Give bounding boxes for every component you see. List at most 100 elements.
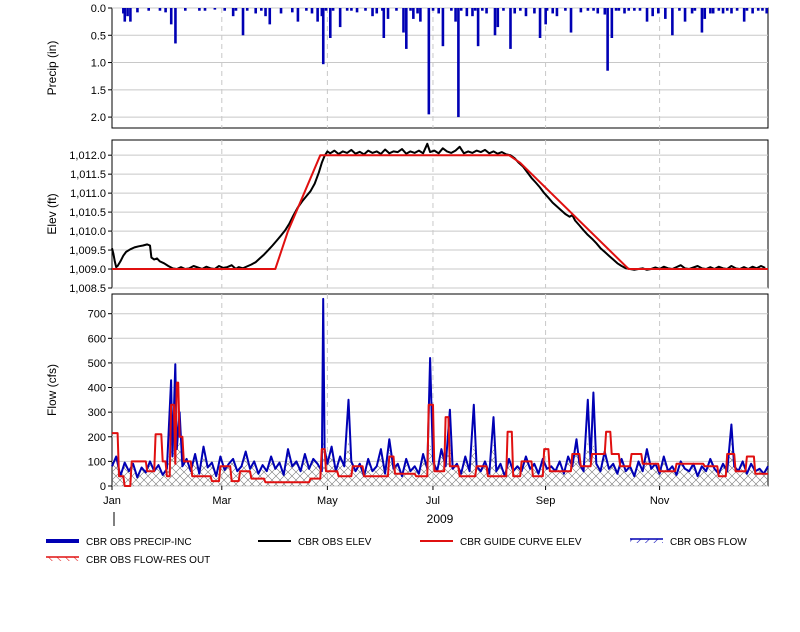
precip-bar <box>147 8 151 11</box>
legend-item: CBR OBS FLOW <box>630 537 747 548</box>
precip-bar <box>703 8 707 19</box>
precip-bar <box>457 8 460 118</box>
precip-bar <box>184 8 187 11</box>
precip-bar <box>264 8 267 17</box>
precip-bar <box>555 8 559 17</box>
precip-bar <box>310 8 314 14</box>
y-tick-label: 1,010.5 <box>69 207 106 219</box>
precip-bar <box>476 8 480 47</box>
legend-label: CBR OBS PRECIP-INC <box>86 537 192 548</box>
legend-label: CBR GUIDE CURVE ELEV <box>460 537 582 548</box>
precip-bar <box>509 8 512 49</box>
precip-bar <box>471 8 474 17</box>
precip-bar <box>279 8 283 14</box>
y-axis-label: Precip (in) <box>45 41 59 96</box>
legend: CBR OBS PRECIP-INC CBR OBS ELEV CBR GUIDE … <box>46 537 747 566</box>
precip-bar <box>730 8 733 14</box>
precip-bar <box>711 8 715 14</box>
legend-label: CBR OBS FLOW-RES OUT <box>86 555 210 566</box>
precip-bar <box>545 8 549 11</box>
elevation-panel: 1,008.5 1,009.0 1,009.5 1,010.0 1,010.5 1,011… <box>45 139 769 295</box>
y-tick-label: 2.0 <box>91 112 106 124</box>
precip-bar <box>241 8 245 36</box>
precip-bar <box>321 8 325 65</box>
precip-bar <box>569 8 573 33</box>
precip-bar <box>198 8 201 11</box>
x-axis-year-label: 2009 <box>427 512 454 526</box>
precip-bar <box>328 8 332 38</box>
precip-bar <box>538 8 542 38</box>
precip-bar <box>345 8 349 11</box>
precip-bar <box>296 8 300 22</box>
precip-bar <box>123 8 127 22</box>
precip-bar <box>371 8 374 17</box>
y-tick-label: 500 <box>88 358 106 370</box>
precip-bar <box>633 8 636 11</box>
precip-bar <box>533 8 536 14</box>
flow-panel: 0 100 200 300 400 500 600 700 Flow (cfs) <box>45 293 769 493</box>
precip-bar <box>564 8 567 11</box>
precip-bar <box>231 8 235 17</box>
precip-bar <box>254 8 257 14</box>
y-tick-label: 300 <box>88 407 106 419</box>
precip-bar <box>129 8 132 22</box>
precip-bar <box>596 8 600 14</box>
precip-bar <box>126 8 129 17</box>
precip-bar <box>412 8 415 19</box>
precip-bar <box>683 8 687 22</box>
precip-bar <box>364 8 367 11</box>
precip-bar <box>427 8 431 115</box>
precip-bar <box>158 8 162 11</box>
y-tick-label: 0 <box>100 481 106 493</box>
precip-bar <box>721 8 725 14</box>
precip-bar <box>174 8 177 44</box>
y-tick-label: 600 <box>88 333 106 345</box>
precip-bar <box>395 8 398 11</box>
precip-bar <box>671 8 674 36</box>
precip-bar <box>709 8 712 14</box>
precip-bar <box>382 8 386 38</box>
precip-bar <box>338 8 342 28</box>
precip-bar <box>213 8 217 10</box>
precip-bar <box>485 8 488 14</box>
precip-bar <box>481 8 484 11</box>
precip-bar <box>603 8 607 15</box>
precip-bar <box>355 8 359 13</box>
precip-bar <box>592 8 595 11</box>
plot-area <box>111 139 769 289</box>
precip-bar <box>331 8 335 11</box>
precip-bar <box>693 8 697 11</box>
precip-bar <box>450 8 453 11</box>
precip-bar <box>405 8 408 49</box>
precip-bar <box>717 8 721 11</box>
y-axis-label: Flow (cfs) <box>45 364 59 416</box>
precip-bar <box>700 8 704 33</box>
y-tick-label: 1.0 <box>91 58 106 70</box>
y-tick-label: 200 <box>88 432 106 444</box>
x-tick-label: Nov <box>650 495 670 507</box>
precip-bar <box>375 8 379 14</box>
plot-area <box>111 7 769 129</box>
precip-bar <box>419 8 422 22</box>
precip-bar <box>524 8 528 17</box>
y-tick-label: 1,009.5 <box>69 245 106 257</box>
y-tick-label: 1,009.0 <box>69 264 106 276</box>
precip-bar <box>441 8 445 47</box>
precip-bar <box>350 8 353 11</box>
precip-bar <box>454 8 457 22</box>
x-tick-label: Jul <box>426 495 440 507</box>
y-axis-label: Elev (ft) <box>45 193 59 234</box>
precip-bar <box>169 8 173 25</box>
precip-bar <box>761 8 764 11</box>
y-tick-label: 700 <box>88 309 106 321</box>
precip-bar <box>234 8 238 11</box>
x-axis: Jan Mar May Jul Sep Nov <box>103 486 670 526</box>
y-tick-label: 100 <box>88 456 106 468</box>
precip-bar <box>614 8 618 11</box>
legend-label: CBR OBS FLOW <box>670 537 747 548</box>
precip-bar <box>493 8 497 36</box>
precip-bar <box>437 8 440 14</box>
precip-bar <box>664 8 667 19</box>
legend-item: CBR GUIDE CURVE ELEV <box>420 537 582 548</box>
precip-bar <box>316 8 319 22</box>
